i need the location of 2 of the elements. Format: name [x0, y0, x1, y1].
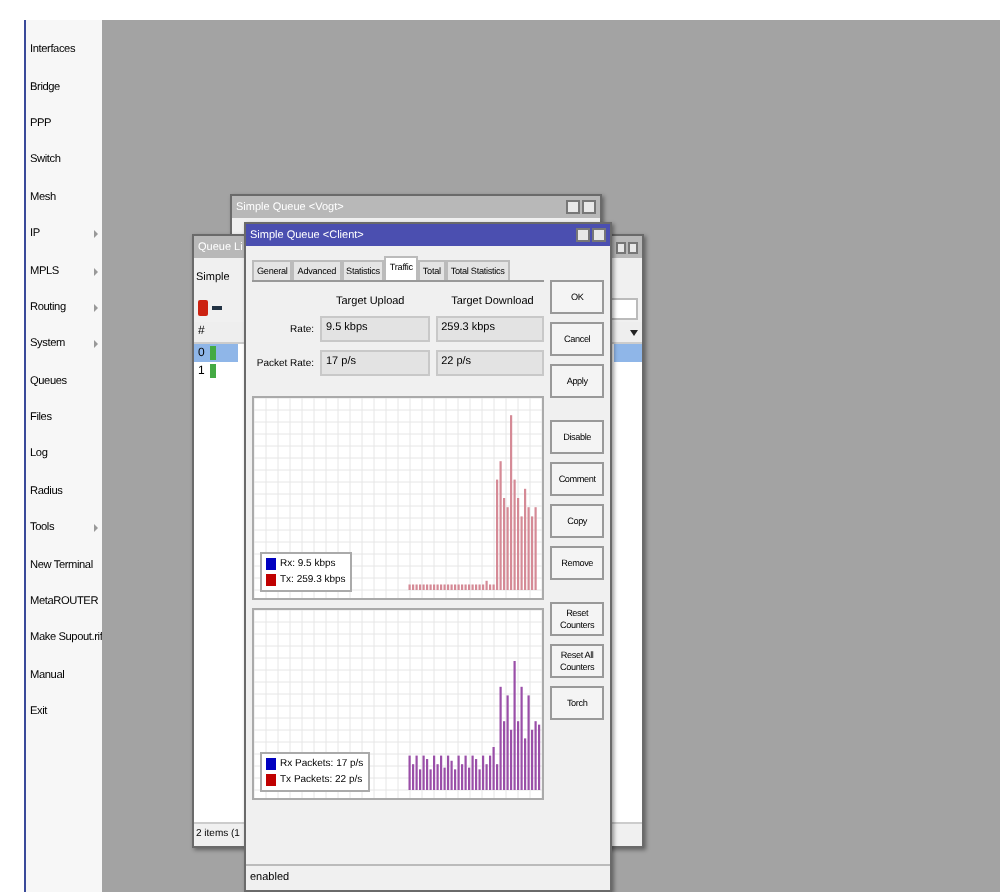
filter-field[interactable] [610, 297, 638, 319]
dropdown-arrow-icon[interactable] [630, 329, 638, 335]
